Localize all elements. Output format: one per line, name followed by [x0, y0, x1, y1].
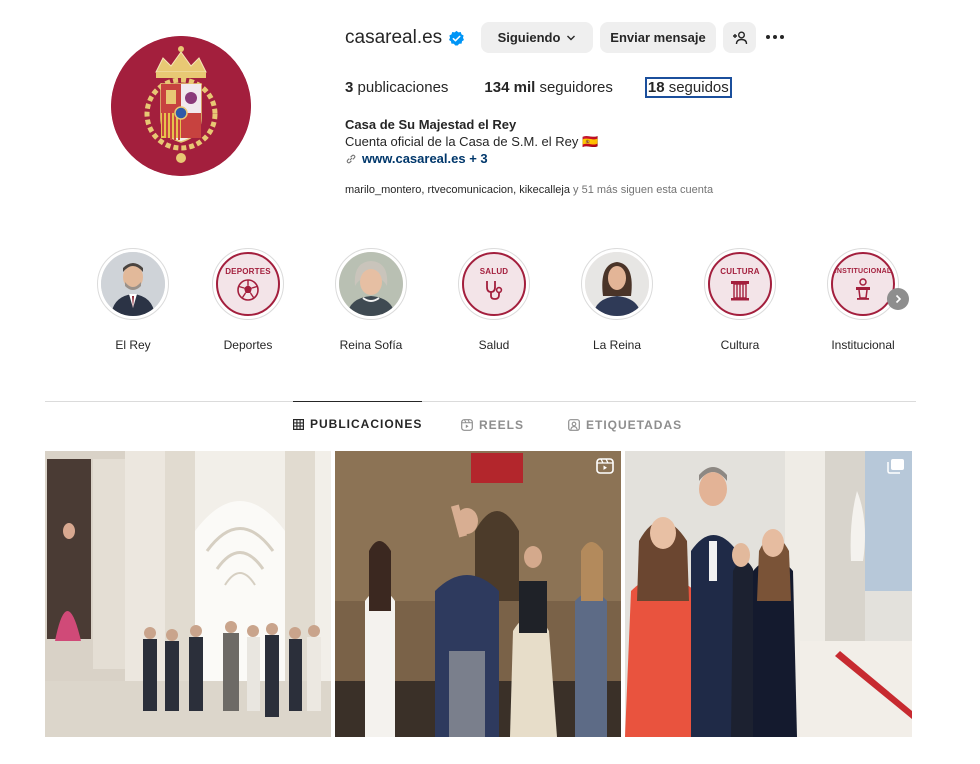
send-message-label: Enviar mensaje: [610, 30, 706, 45]
highlight-cover[interactable]: [97, 248, 169, 320]
followers-label: seguidores: [539, 79, 613, 96]
followers-count: 134 mil: [484, 79, 536, 96]
more-dot-icon: [766, 35, 770, 39]
highlight-icon-cover: CULTURA: [708, 252, 772, 316]
followed-by-names: marilo_montero, rtvecomunicacion, kikeca…: [345, 184, 570, 196]
highlight-label: Cultura: [720, 338, 760, 352]
highlight-reina-sofia[interactable]: Reina Sofía: [326, 248, 416, 352]
tab-tagged[interactable]: ETIQUETADAS: [568, 402, 682, 447]
profile-username: casareal.es: [345, 27, 443, 48]
profile-bio: Casa de Su Majestad el Rey Cuenta oficia…: [345, 116, 598, 167]
send-message-button[interactable]: Enviar mensaje: [600, 22, 716, 53]
following-button[interactable]: Siguiendo: [481, 22, 593, 53]
following-count: 18: [647, 79, 665, 96]
grid-icon: [293, 418, 304, 430]
highlight-cover[interactable]: [335, 248, 407, 320]
add-user-icon: [732, 31, 747, 44]
following-label: seguidos: [668, 79, 729, 96]
link-icon: [346, 154, 356, 163]
highlight-deportes[interactable]: DEPORTES Deportes: [203, 248, 293, 352]
highlight-cover[interactable]: SALUD: [458, 248, 530, 320]
followers-stat[interactable]: 134 mil seguidores: [484, 79, 612, 96]
posts-count: 3: [345, 79, 354, 96]
highlight-cover[interactable]: DEPORTES: [212, 248, 284, 320]
highlight-cover[interactable]: [581, 248, 653, 320]
highlight-el-rey[interactable]: El Rey: [88, 248, 178, 352]
highlight-label: La Reina: [592, 338, 642, 352]
highlight-tag: INSTITUCIONAL: [834, 267, 892, 275]
verified-badge-icon: [449, 30, 465, 46]
highlight-label: Salud: [478, 338, 510, 352]
posts-stat: 3 publicaciones: [345, 79, 448, 96]
profile-stats: 3 publicaciones 134 mil seguidores 18 se…: [345, 77, 766, 98]
profile-tabs: PUBLICACIONES REELS ETIQUETADAS: [0, 401, 980, 447]
highlight-tag: SALUD: [479, 266, 509, 276]
chevron-down-icon: [567, 35, 576, 40]
highlight-cover[interactable]: INSTITUCIONAL: [827, 248, 899, 320]
profile-avatar[interactable]: [111, 36, 251, 176]
more-options-button[interactable]: [766, 28, 790, 46]
followed-by-rest: y 51 más siguen esta cuenta: [573, 184, 714, 196]
highlight-cultura[interactable]: CULTURA Cultura: [695, 248, 785, 352]
highlight-photo: [585, 252, 649, 316]
profile-full-name: Casa de Su Majestad el Rey: [345, 117, 517, 132]
post-thumbnail[interactable]: [335, 451, 621, 737]
highlight-icon-cover: INSTITUCIONAL: [831, 252, 895, 316]
highlights-next-button[interactable]: [887, 288, 909, 310]
highlight-photo: [339, 252, 403, 316]
highlight-cover[interactable]: CULTURA: [704, 248, 776, 320]
following-stat[interactable]: 18 seguidos: [644, 77, 732, 98]
highlight-icon-cover: SALUD: [462, 252, 526, 316]
reel-badge-icon: [596, 458, 614, 474]
highlight-label: Reina Sofía: [339, 338, 403, 352]
post-thumbnail[interactable]: [625, 451, 912, 737]
tab-tagged-label: ETIQUETADAS: [586, 417, 683, 432]
highlight-label: El Rey: [115, 338, 151, 352]
profile-description: Cuenta oficial de la Casa de S.M. el Rey…: [345, 134, 599, 149]
tab-reels-label: REELS: [479, 417, 525, 432]
podium-icon: [856, 277, 870, 300]
post-thumbnail[interactable]: [45, 451, 331, 737]
profile-link[interactable]: www.casareal.es + 3: [345, 150, 598, 167]
tab-posts-label: PUBLICACIONES: [310, 417, 423, 431]
highlight-salud[interactable]: SALUD Salud: [449, 248, 539, 352]
followed-by[interactable]: marilo_montero, rtvecomunicacion, kikeca…: [345, 184, 713, 196]
highlight-la-reina[interactable]: La Reina: [572, 248, 662, 352]
stethoscope-icon: [486, 280, 503, 300]
highlight-tag: CULTURA: [720, 266, 760, 276]
suggested-users-button[interactable]: [723, 22, 756, 53]
column-icon: [731, 280, 749, 300]
highlight-label: Institucional: [831, 338, 895, 352]
highlight-tag: DEPORTES: [225, 266, 271, 276]
posts-label: publicaciones: [357, 79, 449, 96]
tab-posts[interactable]: PUBLICACIONES: [293, 401, 423, 446]
tab-reels[interactable]: REELS: [461, 402, 524, 447]
more-dot-icon: [773, 35, 777, 39]
reels-icon: [461, 418, 473, 431]
highlight-photo: [101, 252, 165, 316]
profile-link-text: www.casareal.es + 3: [362, 151, 488, 166]
multiple-photos-icon: [887, 459, 904, 474]
following-button-label: Siguiendo: [497, 30, 561, 45]
highlight-icon-cover: DEPORTES: [216, 252, 280, 316]
profile-username-row: casareal.es: [345, 27, 465, 49]
chevron-right-icon: [895, 294, 902, 304]
more-dot-icon: [780, 35, 784, 39]
soccer-ball-icon: [237, 278, 259, 301]
highlight-label: Deportes: [223, 338, 273, 352]
tagged-icon: [568, 418, 580, 431]
